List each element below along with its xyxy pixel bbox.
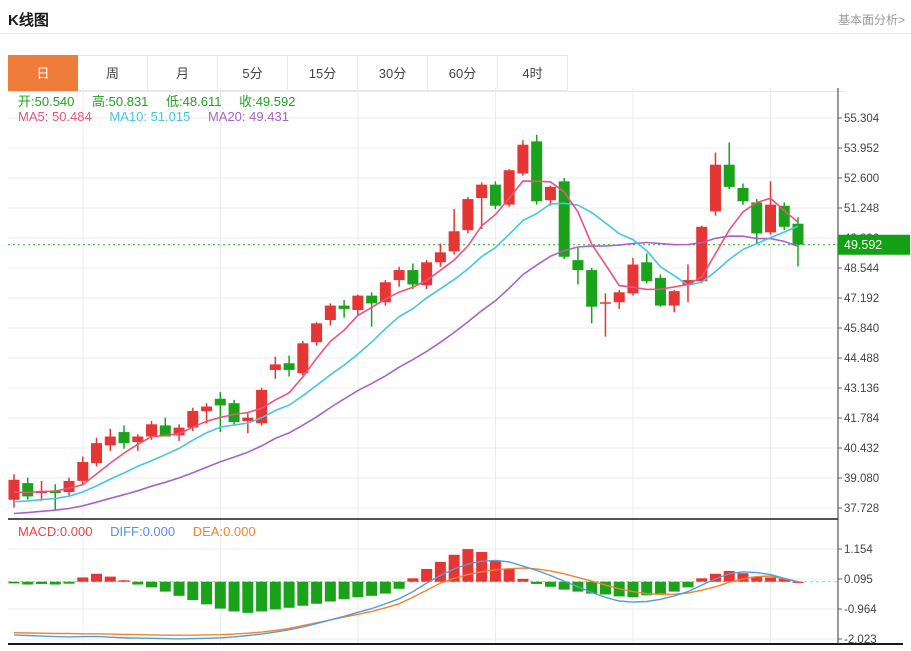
svg-text:48.544: 48.544 bbox=[844, 263, 880, 275]
svg-text:-2.023: -2.023 bbox=[844, 634, 877, 645]
svg-text:40.432: 40.432 bbox=[844, 443, 879, 455]
kline-chart[interactable]: 55.30453.95252.60051.24849.89648.54447.1… bbox=[8, 88, 911, 646]
svg-text:1.154: 1.154 bbox=[844, 544, 873, 556]
svg-text:37.728: 37.728 bbox=[844, 503, 879, 515]
svg-text:44.488: 44.488 bbox=[844, 353, 879, 365]
svg-text:52.600: 52.600 bbox=[844, 173, 879, 185]
svg-text:53.952: 53.952 bbox=[844, 143, 879, 155]
svg-text:45.840: 45.840 bbox=[844, 323, 879, 335]
svg-text:43.136: 43.136 bbox=[844, 383, 879, 395]
page-header: K线图 基本面分析> bbox=[0, 0, 911, 34]
tab-日[interactable]: 日 bbox=[8, 55, 78, 91]
tab-4时[interactable]: 4时 bbox=[498, 55, 568, 91]
current-price-badge: 49.592 bbox=[838, 234, 910, 255]
interval-tabs: 日周月 5分 15分 30分 60分 4时 bbox=[8, 55, 846, 92]
svg-text:-0.964: -0.964 bbox=[844, 604, 877, 616]
svg-text:55.304: 55.304 bbox=[844, 113, 880, 125]
tab-月[interactable]: 月 bbox=[148, 55, 218, 91]
svg-text:47.192: 47.192 bbox=[844, 293, 879, 305]
svg-text:49.592: 49.592 bbox=[844, 238, 882, 252]
page-title: K线图 bbox=[8, 12, 49, 29]
fundamental-analysis-link[interactable]: 基本面分析> bbox=[838, 11, 905, 28]
tab-周[interactable]: 周 bbox=[78, 55, 148, 91]
tab-30分[interactable]: 30分 bbox=[358, 55, 428, 91]
tab-15分[interactable]: 15分 bbox=[288, 55, 358, 91]
svg-text:0.095: 0.095 bbox=[844, 574, 873, 586]
tab-60分[interactable]: 60分 bbox=[428, 55, 498, 91]
svg-text:51.248: 51.248 bbox=[844, 203, 879, 215]
kline-page: K线图 基本面分析> 日周月 5分 15分 30分 60分 4时 开:50.540 高:5… bbox=[0, 0, 911, 651]
svg-text:41.784: 41.784 bbox=[844, 413, 880, 425]
svg-text:39.080: 39.080 bbox=[844, 473, 879, 485]
tab-5分[interactable]: 5分 bbox=[218, 55, 288, 91]
chart-area: 开:50.540 高:50.831 低:48.611 收:49.592 MA5:… bbox=[8, 88, 911, 646]
